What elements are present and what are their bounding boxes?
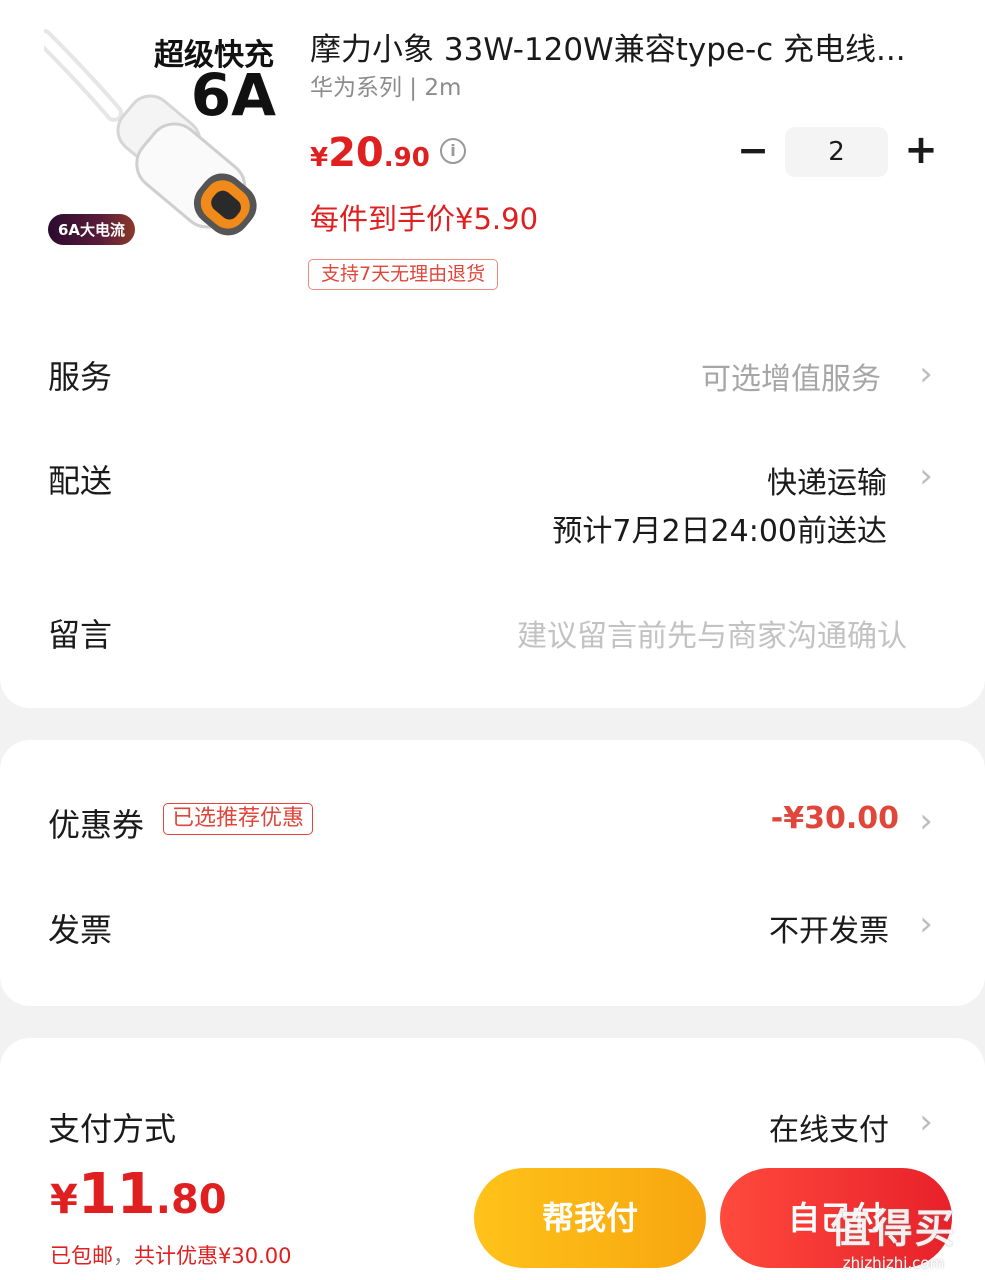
price-integer: 20 [328, 130, 384, 176]
each-price: 每件到手价¥5.90 [310, 202, 539, 236]
total-note: 已包邮，共计优惠¥30.00 [50, 1240, 291, 1270]
price-decimal: .90 [383, 143, 430, 173]
service-label: 服务 [48, 358, 113, 396]
info-icon[interactable]: i [440, 138, 466, 164]
total-decimal: .80 [155, 1177, 227, 1223]
order-card-product: 超级快充 6A 6A大电流 摩力小象 33W-120W兼容type-c 充电线.… [0, 0, 985, 708]
total-saving-text: 共计优惠¥30.00 [134, 1244, 292, 1268]
return-policy-tag: 支持7天无理由退货 [308, 259, 499, 290]
quantity-increase-button[interactable]: + [902, 128, 940, 174]
invoice-chevron-icon[interactable]: › [914, 904, 938, 944]
service-chevron-icon[interactable]: › [914, 354, 938, 394]
total-integer: 11 [77, 1162, 156, 1227]
free-shipping-text: 已包邮 [50, 1244, 113, 1268]
delivery-value[interactable]: 快递运输 [767, 458, 887, 502]
message-input[interactable]: 建议留言前先与商家沟通确认 [517, 611, 907, 655]
image-amp-label: 6A [190, 61, 276, 129]
payment-label: 支付方式 [48, 1110, 177, 1148]
delivery-eta: 预计7月2日24:00前送达 [552, 514, 887, 549]
price-currency: ¥ [310, 143, 329, 173]
quantity-input[interactable]: 2 [785, 127, 888, 177]
coupon-chevron-icon[interactable]: › [914, 801, 938, 841]
coupon-value[interactable]: -¥30.00 [771, 801, 899, 836]
service-value[interactable]: 可选增值服务 [701, 354, 881, 398]
delivery-label: 配送 [48, 462, 113, 500]
pay-myself-button[interactable]: 自己付 [720, 1168, 952, 1268]
product-title[interactable]: 摩力小象 33W-120W兼容type-c 充电线... [310, 24, 940, 69]
order-card-discounts [0, 740, 985, 1006]
total-price: ¥11.80 [50, 1162, 227, 1227]
payment-value[interactable]: 在线支付 [769, 1105, 889, 1149]
invoice-value[interactable]: 不开发票 [769, 906, 889, 950]
invoice-label: 发票 [48, 911, 113, 949]
payment-chevron-icon[interactable]: › [914, 1102, 938, 1142]
help-me-pay-button[interactable]: 帮我付 [474, 1168, 706, 1268]
message-label: 留言 [48, 616, 113, 654]
product-spec[interactable]: 华为系列 | 2m [310, 68, 461, 102]
coupon-label: 优惠券 [48, 806, 145, 844]
delivery-chevron-icon[interactable]: › [914, 456, 938, 496]
image-badge: 6A大电流 [48, 214, 136, 245]
quantity-decrease-button[interactable]: − [735, 128, 771, 174]
product-image[interactable]: 超级快充 6A 6A大电流 [44, 18, 284, 258]
total-currency: ¥ [50, 1177, 78, 1223]
coupon-tag: 已选推荐优惠 [163, 803, 314, 835]
note-separator: ， [113, 1244, 134, 1268]
unit-price: ¥20.90 [310, 130, 430, 176]
